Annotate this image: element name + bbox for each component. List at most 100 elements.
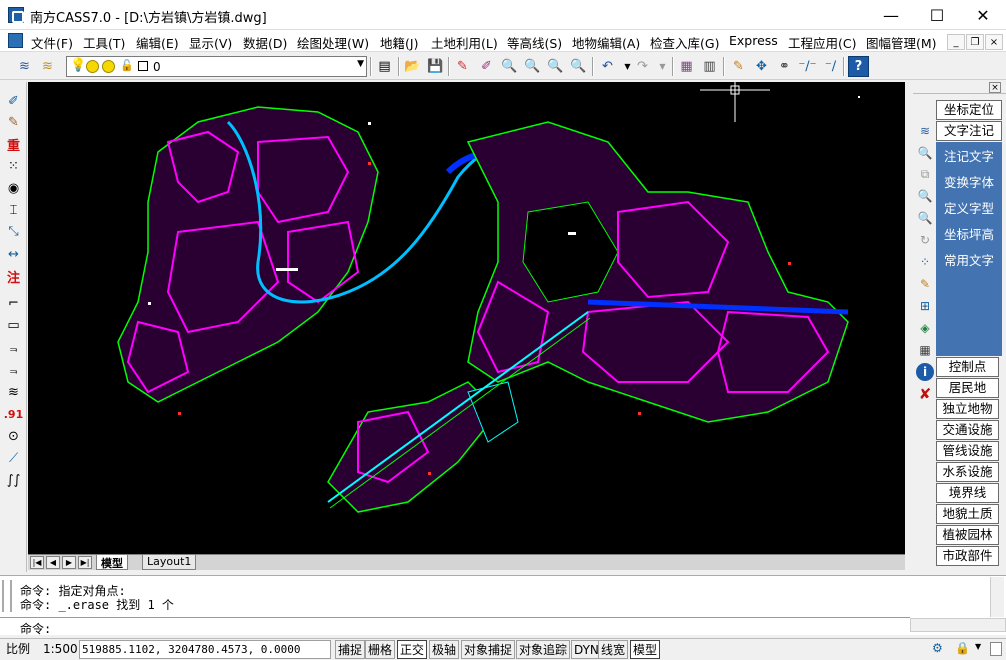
rail-icon[interactable]: ⫬ bbox=[3, 361, 24, 380]
search-text-icon[interactable]: 🔍 bbox=[916, 144, 934, 162]
next-tab-icon[interactable]: ▶ bbox=[62, 556, 76, 569]
layer-state-icon[interactable]: ≋ bbox=[37, 56, 58, 77]
redraw-icon[interactable]: 重 bbox=[3, 135, 24, 154]
lock-icon[interactable]: 🔓 bbox=[120, 59, 134, 72]
menu-drawing[interactable]: 绘图处理(W) bbox=[297, 33, 369, 52]
submenu-coordinate-elevation[interactable]: 坐标坪高 bbox=[936, 223, 1002, 247]
rotate-text-icon[interactable]: ↻ bbox=[916, 231, 934, 249]
zoom-text-icon[interactable]: 🔍 bbox=[916, 209, 934, 227]
extend-icon[interactable]: ⁻∕ bbox=[820, 56, 841, 77]
save-icon[interactable]: 💾 bbox=[425, 56, 446, 77]
last-tab-icon[interactable]: ▶| bbox=[78, 556, 92, 569]
category-transport[interactable]: 交通设施 bbox=[936, 420, 999, 440]
tab-model[interactable]: 模型 bbox=[96, 555, 128, 570]
points-icon[interactable]: ⁘ bbox=[916, 253, 934, 271]
category-vegetation[interactable]: 植被园林 bbox=[936, 525, 999, 545]
menu-engineering[interactable]: 工程应用(C) bbox=[788, 33, 856, 52]
camera-icon[interactable]: ◉ bbox=[3, 179, 24, 198]
find-icon[interactable]: 🔍 bbox=[916, 187, 934, 205]
category-residential[interactable]: 居民地 bbox=[936, 378, 999, 398]
zoom-extents-icon[interactable]: 🔍 bbox=[568, 56, 589, 77]
properties-icon[interactable]: ▦ bbox=[676, 56, 697, 77]
pen-icon[interactable]: ✎ bbox=[916, 275, 934, 293]
horizontal-scrollbar[interactable] bbox=[910, 618, 1006, 632]
elevation-icon[interactable]: .91 bbox=[3, 405, 24, 424]
status-menu-icon[interactable]: ▼ bbox=[975, 642, 981, 651]
menu-express[interactable]: Express bbox=[729, 33, 778, 48]
minimize-button[interactable]: — bbox=[868, 0, 914, 30]
lineweight-toggle[interactable]: 线宽 bbox=[598, 640, 629, 659]
replace-text-icon[interactable]: ⧉ bbox=[916, 165, 934, 183]
measure-icon[interactable]: ⤡ bbox=[3, 222, 24, 241]
category-boundaries[interactable]: 境界线 bbox=[936, 483, 999, 503]
mdi-close-button[interactable]: × bbox=[985, 34, 1003, 50]
rectangle-icon[interactable]: ▭ bbox=[3, 316, 24, 335]
prev-tab-icon[interactable]: ◀ bbox=[46, 556, 60, 569]
submenu-change-font[interactable]: 变换字体 bbox=[936, 171, 1002, 195]
curve-icon[interactable]: ∫∫ bbox=[3, 471, 24, 490]
menu-contour[interactable]: 等高线(S) bbox=[507, 33, 562, 52]
calculator-icon[interactable]: ▥ bbox=[699, 56, 720, 77]
delete-icon[interactable]: ✘ bbox=[916, 385, 934, 403]
otrack-toggle[interactable]: 对象追踪 bbox=[516, 640, 571, 659]
drawing-canvas[interactable] bbox=[28, 82, 905, 554]
menu-feature-edit[interactable]: 地物编辑(A) bbox=[572, 33, 640, 52]
network-icon[interactable]: ⊞ bbox=[916, 297, 934, 315]
lock-toolbar-icon[interactable]: 🔒 bbox=[955, 641, 971, 657]
panel-close-icon[interactable]: × bbox=[989, 82, 1001, 93]
command-grip-icon[interactable] bbox=[2, 580, 12, 612]
category-independent-features[interactable]: 独立地物 bbox=[936, 399, 999, 419]
command-prompt[interactable]: 命令: bbox=[20, 620, 51, 637]
dimension-icon[interactable]: ↔ bbox=[3, 245, 24, 264]
menu-landuse[interactable]: 土地利用(L) bbox=[431, 33, 498, 52]
category-pipelines[interactable]: 管线设施 bbox=[936, 441, 999, 461]
polyline-icon[interactable]: ⁻∕⁻ bbox=[797, 56, 818, 77]
help-icon[interactable]: ? bbox=[848, 56, 869, 77]
menu-view[interactable]: 显示(V) bbox=[189, 33, 232, 52]
layers-icon[interactable]: ≋ bbox=[916, 122, 934, 140]
category-water[interactable]: 水系设施 bbox=[936, 462, 999, 482]
pencil-icon[interactable]: ✎ bbox=[452, 56, 473, 77]
sun-icon[interactable] bbox=[86, 60, 99, 73]
category-control-points[interactable]: 控制点 bbox=[936, 357, 999, 377]
annotate-icon[interactable]: 注 bbox=[3, 267, 24, 286]
category-municipal[interactable]: 市政部件 bbox=[936, 546, 999, 566]
control-point-icon[interactable]: ⊙ bbox=[3, 427, 24, 446]
pan-icon[interactable]: ✥ bbox=[751, 56, 772, 77]
node-icon[interactable]: ⚭ bbox=[774, 56, 795, 77]
menu-tools[interactable]: 工具(T) bbox=[83, 33, 125, 52]
model-toggle[interactable]: 模型 bbox=[630, 640, 661, 659]
menu-edit[interactable]: 编辑(E) bbox=[136, 33, 179, 52]
first-tab-icon[interactable]: |◀ bbox=[30, 556, 44, 569]
edit-icon[interactable]: ✎ bbox=[3, 113, 24, 132]
coordinate-locate-button[interactable]: 坐标定位 bbox=[936, 100, 1002, 120]
steps-icon[interactable]: ≋ bbox=[3, 383, 24, 402]
clean-screen-icon[interactable] bbox=[990, 642, 1002, 656]
redo-dropdown-icon[interactable]: ▼ bbox=[652, 56, 673, 77]
mdi-minimize-button[interactable]: _ bbox=[947, 34, 965, 50]
menu-file[interactable]: 文件(F) bbox=[31, 33, 73, 52]
scale-value[interactable]: 1:500 bbox=[43, 640, 78, 659]
menu-data[interactable]: 数据(D) bbox=[243, 33, 287, 52]
communication-icon[interactable]: ⚙ bbox=[932, 641, 948, 657]
zoom-window-icon[interactable]: 🔍 bbox=[522, 56, 543, 77]
map-icon[interactable]: ◈ bbox=[916, 319, 934, 337]
zoom-realtime-icon[interactable]: 🔍 bbox=[499, 56, 520, 77]
open-icon[interactable]: 📂 bbox=[402, 56, 423, 77]
undo-icon[interactable]: ↶ bbox=[597, 56, 618, 77]
text-annotation-button[interactable]: 文字注记 bbox=[936, 121, 1002, 141]
osnap-toggle[interactable]: 对象捕捉 bbox=[461, 640, 516, 659]
ortho-toggle[interactable]: 正交 bbox=[397, 640, 428, 659]
menu-sheet[interactable]: 图幅管理(M) bbox=[866, 33, 937, 52]
redo-icon[interactable]: ↷ bbox=[632, 56, 653, 77]
query-icon[interactable]: ✐ bbox=[3, 92, 24, 111]
linetype-icon[interactable]: ▤ bbox=[374, 56, 395, 77]
submenu-common-text[interactable]: 常用文字 bbox=[936, 249, 1002, 273]
chevron-down-icon[interactable]: ▼ bbox=[357, 59, 364, 69]
color-swatch-icon[interactable] bbox=[138, 61, 148, 71]
command-scrollbar[interactable] bbox=[990, 577, 1004, 617]
polar-toggle[interactable]: 极轴 bbox=[429, 640, 460, 659]
info-icon[interactable]: i bbox=[916, 363, 934, 381]
grid-points-icon[interactable]: ⁙ bbox=[3, 157, 24, 176]
freeze-icon[interactable] bbox=[102, 60, 115, 73]
